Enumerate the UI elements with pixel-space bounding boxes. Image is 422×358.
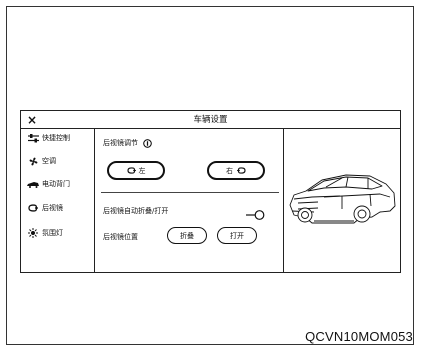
ambient-light-icon [27, 228, 39, 238]
info-icon[interactable] [143, 138, 152, 148]
fold-button-label: 折叠 [180, 231, 194, 240]
open-button[interactable]: 打开 [217, 227, 257, 244]
auto-fold-label: 后视镜自动折叠/打开 [103, 207, 169, 215]
mirror-icon [237, 167, 246, 174]
car-door-icon [27, 181, 39, 188]
sidebar-item-ac[interactable]: 空调 [27, 154, 56, 168]
mirror-left-label: 左 [138, 166, 146, 175]
mirror-settings-content: 后视镜调节 左 右 后视镜自动折叠/打开 后视镜位置 折叠 打开 [95, 129, 283, 272]
auto-fold-toggle[interactable] [245, 205, 265, 220]
open-button-label: 打开 [230, 231, 244, 240]
mirror-left-button[interactable]: 左 [107, 161, 165, 180]
sidebar-item-quick-control[interactable]: 快捷控制 [27, 131, 70, 145]
car-preview-area [283, 129, 400, 272]
title-bar: × 车辆设置 [21, 111, 400, 129]
sidebar-item-mirror[interactable]: 后视镜 [27, 201, 63, 215]
sidebar: 快捷控制 空调 电动背门 后视镜 氛围灯 [21, 129, 95, 272]
section-divider [101, 192, 279, 193]
fold-button[interactable]: 折叠 [167, 227, 207, 244]
page-title: 车辆设置 [193, 115, 228, 125]
mirror-position-label: 后视镜位置 [103, 233, 138, 241]
mirror-icon [126, 167, 136, 174]
sidebar-item-power-tailgate[interactable]: 电动背门 [27, 177, 70, 191]
sidebar-item-ambient-light[interactable]: 氛围灯 [27, 226, 63, 240]
sidebar-item-label: 快捷控制 [42, 134, 70, 142]
mirror-right-label: 右 [226, 166, 233, 175]
mirror-adjust-row: 后视镜调节 [103, 138, 152, 148]
sidebar-item-label: 电动背门 [42, 180, 70, 188]
fan-icon [27, 157, 39, 166]
mirror-adjust-label: 后视镜调节 [103, 139, 138, 147]
sidebar-item-label: 后视镜 [42, 204, 63, 212]
sidebar-item-label: 氛围灯 [42, 229, 63, 237]
sliders-icon [27, 133, 39, 143]
vehicle-settings-panel: × 车辆设置 快捷控制 空调 电动背门 后视镜 氛围灯 后视镜调节 左 右 后视… [20, 110, 401, 273]
figure-code: QCVN10MOM053 [305, 329, 413, 344]
mirror-icon [27, 204, 39, 212]
car-illustration [289, 174, 396, 224]
mirror-right-button[interactable]: 右 [207, 161, 265, 180]
sidebar-item-label: 空调 [42, 157, 56, 165]
